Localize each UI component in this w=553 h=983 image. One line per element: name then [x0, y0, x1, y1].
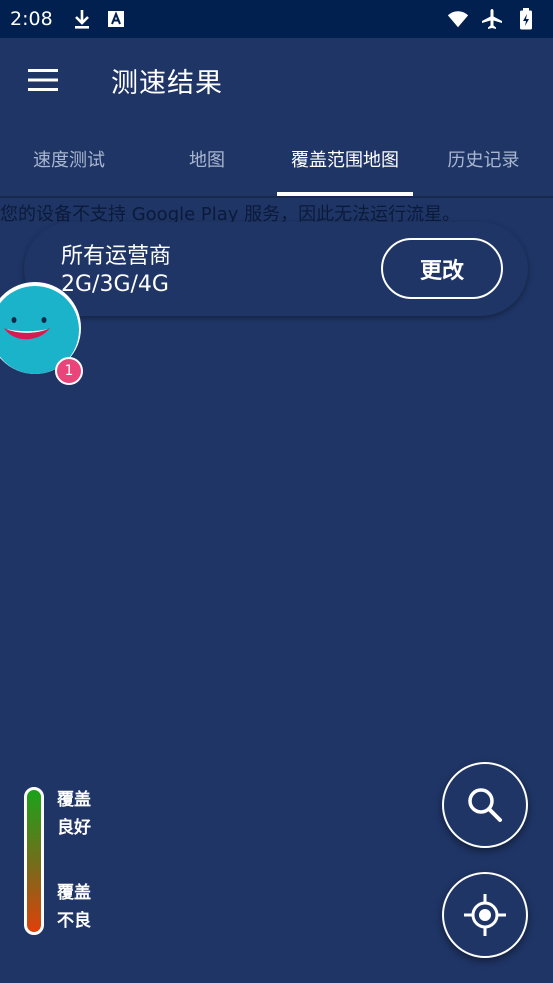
carrier-filter-card: 所有运营商 2G/3G/4G 更改: [24, 222, 528, 316]
tab-speed-test[interactable]: 速度测试: [0, 122, 138, 196]
coverage-legend-bar: [24, 787, 44, 935]
tab-coverage-map[interactable]: 覆盖范围地图: [276, 122, 414, 196]
download-icon: [71, 8, 93, 30]
tab-map[interactable]: 地图: [138, 122, 276, 196]
search-icon: [468, 788, 502, 822]
legend-good-line1: 覆盖: [57, 790, 91, 810]
locate-button[interactable]: [442, 872, 528, 958]
status-time: 2:08: [10, 8, 53, 30]
menu-button[interactable]: [13, 50, 73, 110]
my-location-icon: [464, 894, 506, 936]
status-bar: 2:08: [0, 0, 553, 38]
status-right-icons: [441, 8, 543, 30]
legend-bad-line1: 覆盖: [57, 883, 91, 903]
change-button[interactable]: 更改: [381, 238, 503, 299]
tab-bar: 速度测试 地图 覆盖范围地图 历史记录: [0, 122, 553, 198]
wifi-icon: [447, 8, 469, 30]
app-bar: 测速结果: [0, 38, 553, 122]
text-a-icon: [105, 8, 127, 30]
page-title: 测速结果: [111, 67, 223, 99]
tab-history[interactable]: 历史记录: [414, 122, 553, 196]
notification-badge: 1: [55, 357, 83, 385]
legend-bad-line2: 不良: [57, 911, 91, 931]
hamburger-menu-icon: [28, 69, 58, 91]
search-button[interactable]: [442, 762, 528, 848]
legend-good-line2: 良好: [57, 818, 91, 838]
airplane-icon: [481, 8, 503, 30]
battery-icon: [515, 8, 537, 30]
carrier-name: 所有运营商: [61, 244, 172, 269]
screen: 2:08 测速结果 速度测试 地图 覆盖范围地图 历史记录 您的设备不支持 Go…: [0, 0, 553, 983]
